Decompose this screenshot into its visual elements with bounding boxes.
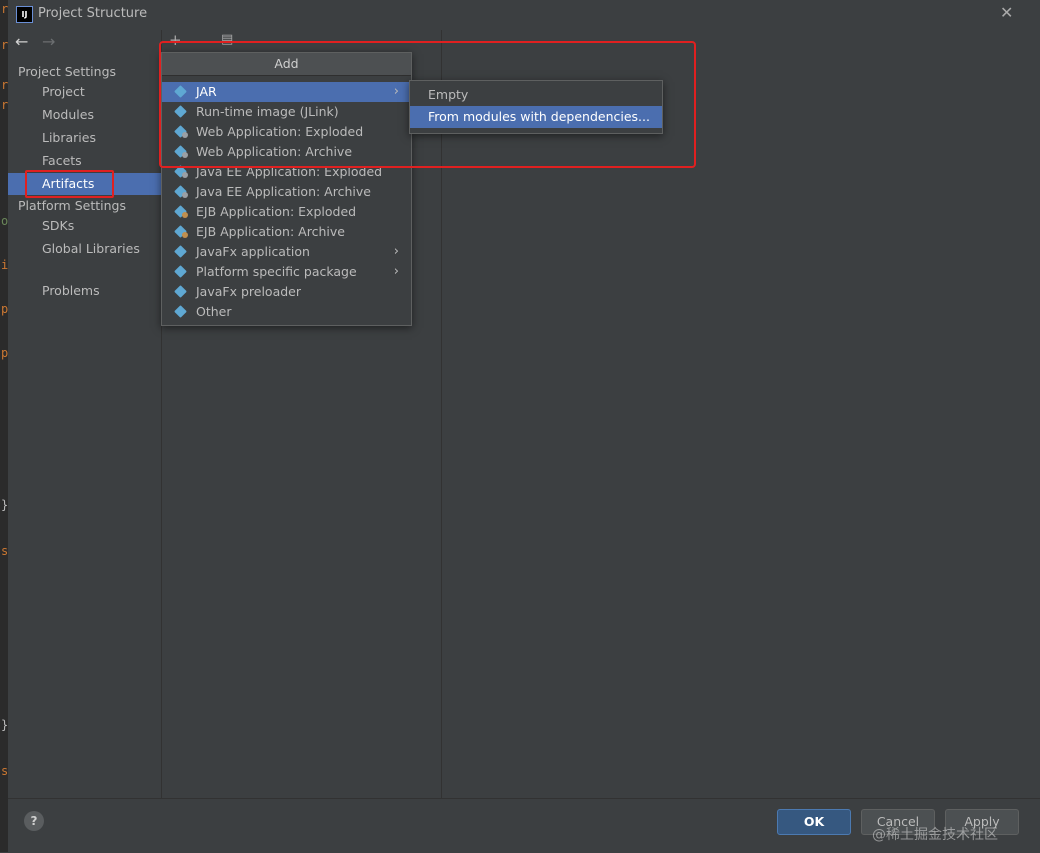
menu-item-javaee-archive[interactable]: Java EE Application: Archive (162, 182, 411, 202)
menu-item-other[interactable]: Other (162, 302, 411, 322)
menu-item-ejb-archive[interactable]: EJB Application: Archive (162, 222, 411, 242)
sidebar-item-sdks[interactable]: SDKs (8, 215, 161, 237)
chevron-right-icon: › (393, 264, 399, 279)
menu-item-javafx-preloader[interactable]: JavaFx preloader (162, 282, 411, 302)
menu-item-label: EJB Application: Archive (196, 224, 345, 239)
sidebar-item-label: Modules (42, 107, 94, 122)
sidebar-item-label: SDKs (42, 218, 75, 233)
title-bar (8, 0, 1040, 30)
menu-item-javafx-application[interactable]: JavaFx application › (162, 242, 411, 262)
back-arrow-icon[interactable]: ← (15, 32, 28, 51)
artifacts-highlight-box (25, 170, 114, 198)
artifact-icon (174, 265, 187, 278)
sidebar-item-label: Problems (42, 283, 100, 298)
menu-item-label: Platform specific package (196, 264, 357, 279)
artifact-icon (174, 305, 187, 318)
sidebar-item-modules[interactable]: Modules (8, 104, 161, 126)
ok-button[interactable]: OK (777, 809, 851, 835)
menu-item-label: Other (196, 304, 232, 319)
forward-arrow-icon[interactable]: → (42, 32, 55, 51)
chevron-right-icon: › (393, 244, 399, 259)
artifact-icon (174, 245, 187, 258)
sidebar-item-facets[interactable]: Facets (8, 150, 161, 172)
bean-badge-icon (182, 212, 188, 218)
sidebar-item-label: Project (42, 84, 85, 99)
platform-settings-heading: Platform Settings (18, 198, 126, 213)
menu-item-label: JavaFx preloader (196, 284, 301, 299)
menu-item-label: Java EE Application: Archive (196, 184, 371, 199)
annotation-highlight-box (159, 41, 696, 168)
menu-item-platform-package[interactable]: Platform specific package › (162, 262, 411, 282)
menu-item-label: JavaFx application (196, 244, 310, 259)
sidebar-item-problems[interactable]: Problems (8, 280, 161, 302)
window-title: Project Structure (38, 6, 148, 21)
sidebar-item-libraries[interactable]: Libraries (8, 127, 161, 149)
help-button[interactable]: ? (24, 811, 44, 831)
bean-badge-icon (182, 232, 188, 238)
artifact-icon (174, 285, 187, 298)
sidebar-item-global-libraries[interactable]: Global Libraries (8, 238, 161, 260)
project-settings-heading: Project Settings (18, 64, 117, 79)
watermark: @稀土掘金技术社区 (872, 827, 998, 843)
menu-item-label: EJB Application: Exploded (196, 204, 357, 219)
close-icon[interactable]: ✕ (1000, 3, 1013, 22)
sidebar-item-project[interactable]: Project (8, 81, 161, 103)
sidebar-item-label: Facets (42, 153, 82, 168)
menu-item-ejb-exploded[interactable]: EJB Application: Exploded (162, 202, 411, 222)
sidebar-item-label: Libraries (42, 130, 96, 145)
sidebar-item-label: Global Libraries (42, 241, 140, 256)
building-badge-icon (182, 172, 188, 178)
intellij-logo-icon: IJ (16, 6, 33, 23)
building-badge-icon (182, 192, 188, 198)
